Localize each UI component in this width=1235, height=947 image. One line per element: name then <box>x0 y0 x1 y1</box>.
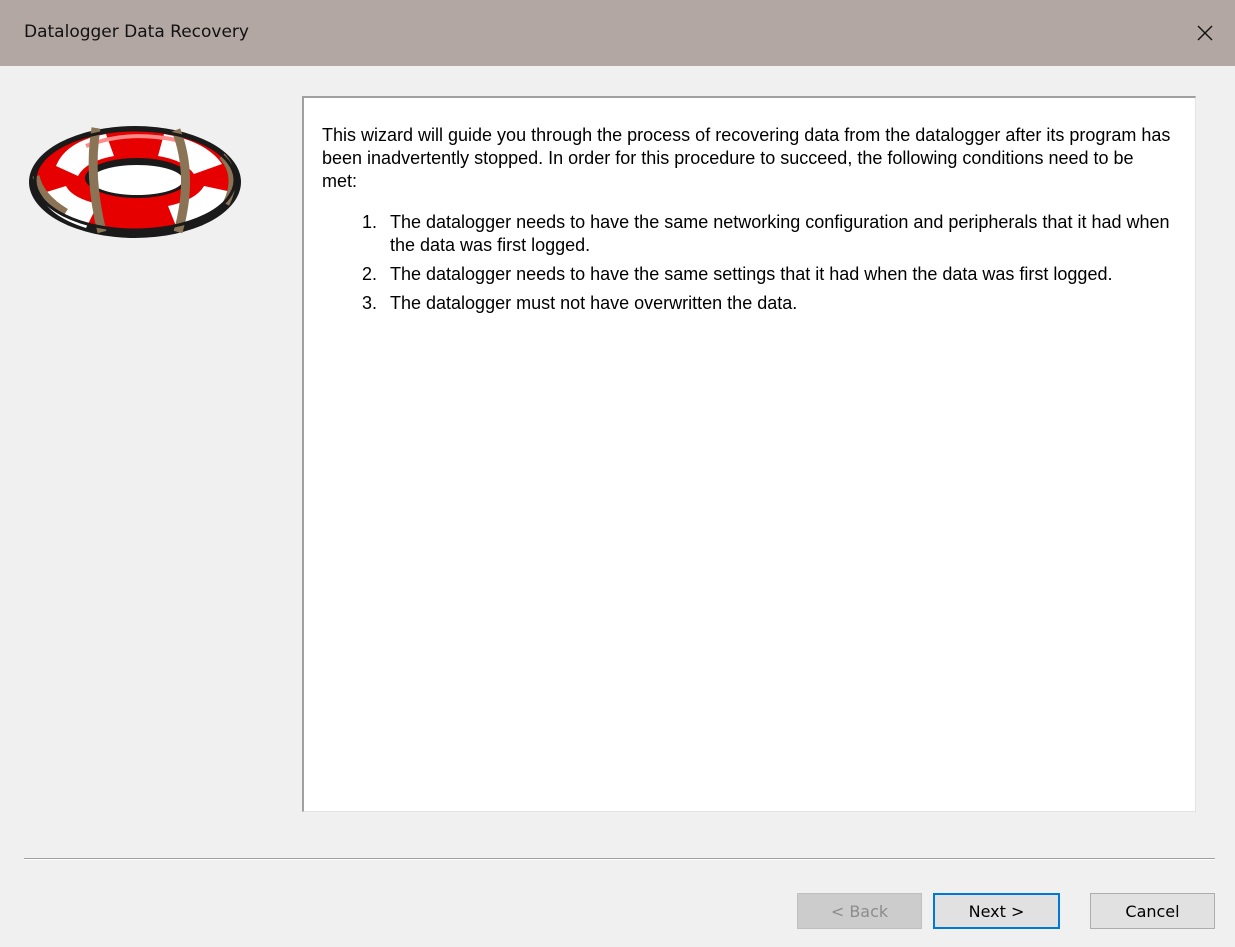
life-ring-icon <box>29 126 241 238</box>
condition-number: 2. <box>362 264 378 284</box>
condition-item: 3. The datalogger must not have overwrit… <box>362 292 1172 315</box>
condition-text: The datalogger needs to have the same ne… <box>390 212 1170 255</box>
wizard-content-panel: This wizard will guide you through the p… <box>302 96 1196 812</box>
next-button[interactable]: Next > <box>933 893 1060 929</box>
condition-text: The datalogger must not have overwritten… <box>390 293 798 313</box>
close-icon <box>1197 25 1213 41</box>
condition-item: 1. The datalogger needs to have the same… <box>362 211 1172 257</box>
condition-text: The datalogger needs to have the same se… <box>390 264 1113 284</box>
conditions-list: 1. The datalogger needs to have the same… <box>362 211 1172 321</box>
footer-separator <box>24 858 1215 860</box>
back-button[interactable]: < Back <box>797 893 922 929</box>
close-button[interactable] <box>1175 0 1235 66</box>
condition-number: 1. <box>362 212 378 232</box>
intro-text: This wizard will guide you through the p… <box>322 125 1171 191</box>
condition-item: 2. The datalogger needs to have the same… <box>362 263 1172 286</box>
title-bar: Datalogger Data Recovery <box>0 0 1235 66</box>
condition-number: 3. <box>362 293 378 313</box>
window-title: Datalogger Data Recovery <box>24 22 249 42</box>
cancel-button[interactable]: Cancel <box>1090 893 1215 929</box>
